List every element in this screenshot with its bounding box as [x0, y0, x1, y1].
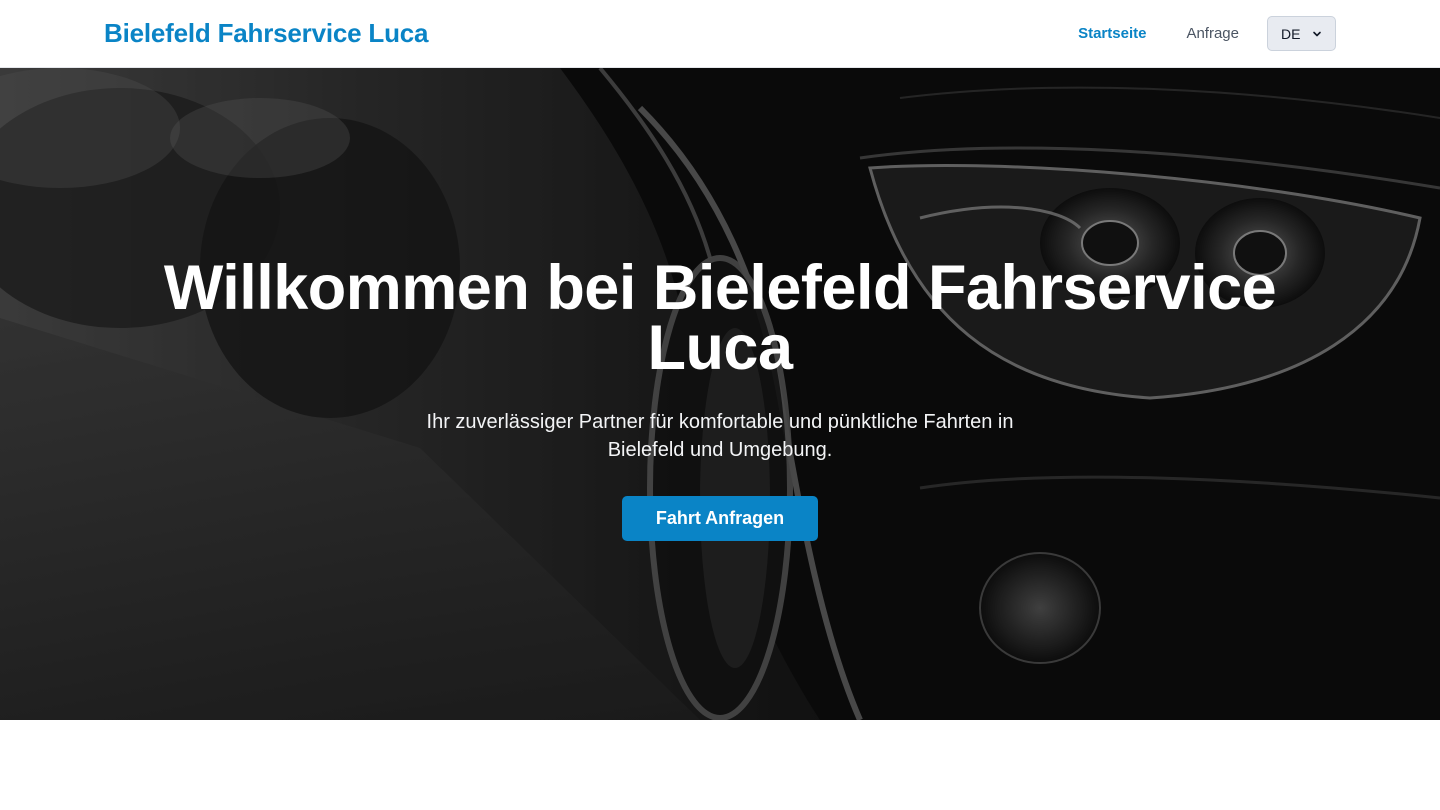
nav-link-startseite[interactable]: Startseite: [1078, 25, 1146, 42]
language-select-value: DE: [1281, 25, 1301, 42]
request-ride-button[interactable]: Fahrt Anfragen: [622, 496, 818, 541]
hero-subtitle: Ihr zuverlässiger Partner für komfortabl…: [426, 411, 1014, 461]
hero-title: Willkommen bei Bielefeld Fahrservice Luc…: [163, 253, 1277, 383]
top-navbar: Bielefeld Fahrservice Luca Startseite An…: [0, 0, 1440, 68]
nav-link-anfrage[interactable]: Anfrage: [1186, 25, 1239, 42]
hero-content: Willkommen bei Bielefeld Fahrservice Luc…: [0, 68, 1440, 720]
chevron-down-icon: [1313, 31, 1321, 36]
brand-logo-link[interactable]: Bielefeld Fahrservice Luca: [104, 18, 428, 49]
hero-section: Willkommen bei Bielefeld Fahrservice Luc…: [0, 68, 1440, 720]
main-nav: Startseite Anfrage DE: [1078, 16, 1336, 51]
content-area: [0, 720, 1440, 810]
language-select[interactable]: DE: [1267, 16, 1336, 51]
